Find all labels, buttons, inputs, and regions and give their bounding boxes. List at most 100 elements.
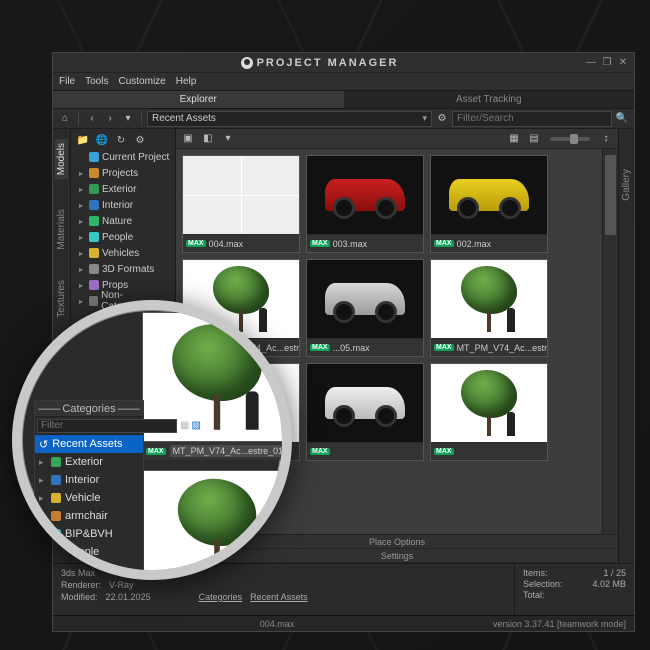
recent-icon: ↺ xyxy=(39,438,48,451)
nav-history[interactable]: ▾ xyxy=(120,111,136,127)
category-item[interactable]: ▸Interior xyxy=(35,471,143,489)
folder-icon xyxy=(51,529,61,539)
window-restore[interactable]: ❐ xyxy=(600,56,614,70)
category-item[interactable]: ▸armchair xyxy=(35,507,143,525)
category-recent-assets[interactable]: ↺ Recent Assets xyxy=(35,435,143,453)
tree-item[interactable]: ▸Vehicles xyxy=(73,245,173,261)
folder-icon xyxy=(89,280,99,290)
asset-thumb[interactable]: MAX...05.max xyxy=(306,259,424,357)
magnifier-highlight: MAX MT_PM_V74_Ac...estre_01_04 ——Categor… xyxy=(12,300,292,580)
grid-toolbar: ▣ ◧ ▾ ▦ ▤ ↕ xyxy=(176,129,618,149)
separator xyxy=(141,112,142,126)
folder-icon xyxy=(89,216,99,226)
link-categories[interactable]: Categories xyxy=(199,592,243,602)
asset-thumb[interactable]: MAX xyxy=(306,363,424,461)
magnified-caption: MAX MT_PM_V74_Ac...estre_01_04 xyxy=(142,442,292,460)
window-close[interactable]: ✕ xyxy=(616,56,630,70)
filter-prefs[interactable]: ⚙ xyxy=(434,111,450,127)
folder-icon xyxy=(51,457,61,467)
sidebar-gear-icon[interactable]: ⚙ xyxy=(132,132,148,148)
breadcrumb-dropdown[interactable]: Recent Assets ▾ xyxy=(147,111,432,127)
categories-header[interactable]: ——Categories—— xyxy=(35,401,143,417)
separator xyxy=(78,112,79,126)
footer-version: version 3.37.41 [teamwork mode] xyxy=(493,619,626,629)
tab-explorer[interactable]: Explorer xyxy=(53,91,344,108)
tool-box-icon[interactable]: ▣ xyxy=(180,131,196,147)
scrollbar-thumb[interactable] xyxy=(605,155,616,235)
folder-icon xyxy=(89,248,99,258)
menu-tools[interactable]: Tools xyxy=(85,76,108,87)
tab-asset-tracking[interactable]: Asset Tracking xyxy=(344,91,635,108)
asset-thumb[interactable]: 1. MAX002.max xyxy=(430,155,548,253)
thumbnail-size-slider[interactable] xyxy=(550,137,590,141)
sidebar-refresh-icon[interactable]: ↻ xyxy=(113,132,129,148)
tree-item[interactable]: ▸Nature xyxy=(73,213,173,229)
sidebar-globe-icon[interactable]: 🌐 xyxy=(94,132,110,148)
vtab-materials[interactable]: Materials xyxy=(56,209,67,250)
folder-icon xyxy=(51,475,61,485)
asset-thumb[interactable]: 1. MAX004.max xyxy=(182,155,300,253)
brand-icon xyxy=(241,57,253,69)
nav-back[interactable]: ‹ xyxy=(84,111,100,127)
asset-thumb[interactable]: 1. MAX003.max xyxy=(306,155,424,253)
sidebar-folder-icon[interactable]: 📁 xyxy=(75,132,91,148)
folder-icon xyxy=(89,296,99,306)
filter-clear-icon[interactable]: ▨ xyxy=(190,419,201,433)
app-title: PROJECT MANAGER xyxy=(257,57,399,69)
window-minimize[interactable]: — xyxy=(584,56,598,70)
breadcrumb-label: Recent Assets xyxy=(152,113,216,124)
menu-file[interactable]: File xyxy=(59,76,75,87)
status-right: Items:1 / 25 Selection:4.02 MB Total: xyxy=(514,564,634,615)
folder-icon xyxy=(89,152,99,162)
format-badge: MAX xyxy=(186,240,206,247)
vtab-models[interactable]: Models xyxy=(55,139,68,179)
asset-thumb[interactable]: MAX xyxy=(430,363,548,461)
categories-filter-input[interactable] xyxy=(37,419,177,433)
nav-toolbar: ⌂ ‹ › ▾ Recent Assets ▾ ⚙ 🔍 xyxy=(53,109,634,129)
view-grid-small[interactable]: ▦ xyxy=(506,131,522,147)
footer: 004.max version 3.37.41 [teamwork mode] xyxy=(53,615,634,631)
chevron-down-icon: ▾ xyxy=(422,113,427,124)
category-item[interactable]: People xyxy=(35,543,143,561)
titlebar: PROJECT MANAGER — ❐ ✕ xyxy=(53,53,634,73)
sort-button[interactable]: ↕ xyxy=(598,131,614,147)
link-recent-assets[interactable]: Recent Assets xyxy=(250,592,308,602)
search-input[interactable] xyxy=(452,111,612,127)
menu-customize[interactable]: Customize xyxy=(118,76,165,87)
folder-icon xyxy=(51,547,61,557)
nav-forward[interactable]: › xyxy=(102,111,118,127)
folder-tree: Current Project ▸Projects ▸Exterior ▸Int… xyxy=(71,149,175,311)
grid-scrollbar[interactable] xyxy=(602,149,618,534)
tree-item[interactable]: Current Project xyxy=(73,149,173,165)
folder-icon xyxy=(51,511,61,521)
tree-item[interactable]: ▸3D Formats xyxy=(73,261,173,277)
tool-dropdown-icon[interactable]: ▾ xyxy=(220,131,236,147)
tree-item[interactable]: ▸Projects xyxy=(73,165,173,181)
folder-icon xyxy=(89,184,99,194)
category-item[interactable]: BIP&BVH xyxy=(35,525,143,543)
car-icon xyxy=(325,283,405,315)
menubar[interactable]: File Tools Customize Help xyxy=(53,73,634,91)
tree-item[interactable]: ▸Interior xyxy=(73,197,173,213)
category-item[interactable]: ▸Exterior xyxy=(35,453,143,471)
tree-item[interactable]: ▸Exterior xyxy=(73,181,173,197)
filter-note-icon[interactable]: ▦ xyxy=(179,419,190,433)
home-button[interactable]: ⌂ xyxy=(57,111,73,127)
folder-icon xyxy=(89,264,99,274)
categories-panel: ——Categories—— ▦ ▨ ↺ Recent Assets ▸Exte… xyxy=(34,400,144,580)
folder-icon xyxy=(89,200,99,210)
car-icon xyxy=(449,179,529,211)
app-brand: PROJECT MANAGER xyxy=(57,57,582,69)
tree-item[interactable]: ▸People xyxy=(73,229,173,245)
folder-icon xyxy=(89,168,99,178)
menu-help[interactable]: Help xyxy=(176,76,197,87)
footer-filename: 004.max xyxy=(61,619,493,629)
tool-cube-icon[interactable]: ◧ xyxy=(200,131,216,147)
view-grid-large[interactable]: ▤ xyxy=(526,131,542,147)
vtab-gallery[interactable]: Gallery xyxy=(621,169,632,201)
car-icon xyxy=(325,387,405,419)
right-rail: Gallery xyxy=(618,129,634,563)
category-item[interactable]: ▸Vehicle xyxy=(35,489,143,507)
search-button[interactable]: 🔍 xyxy=(614,111,630,127)
asset-thumb[interactable]: MAXMT_PM_V74_Ac...estre_01_06.ma xyxy=(430,259,548,357)
